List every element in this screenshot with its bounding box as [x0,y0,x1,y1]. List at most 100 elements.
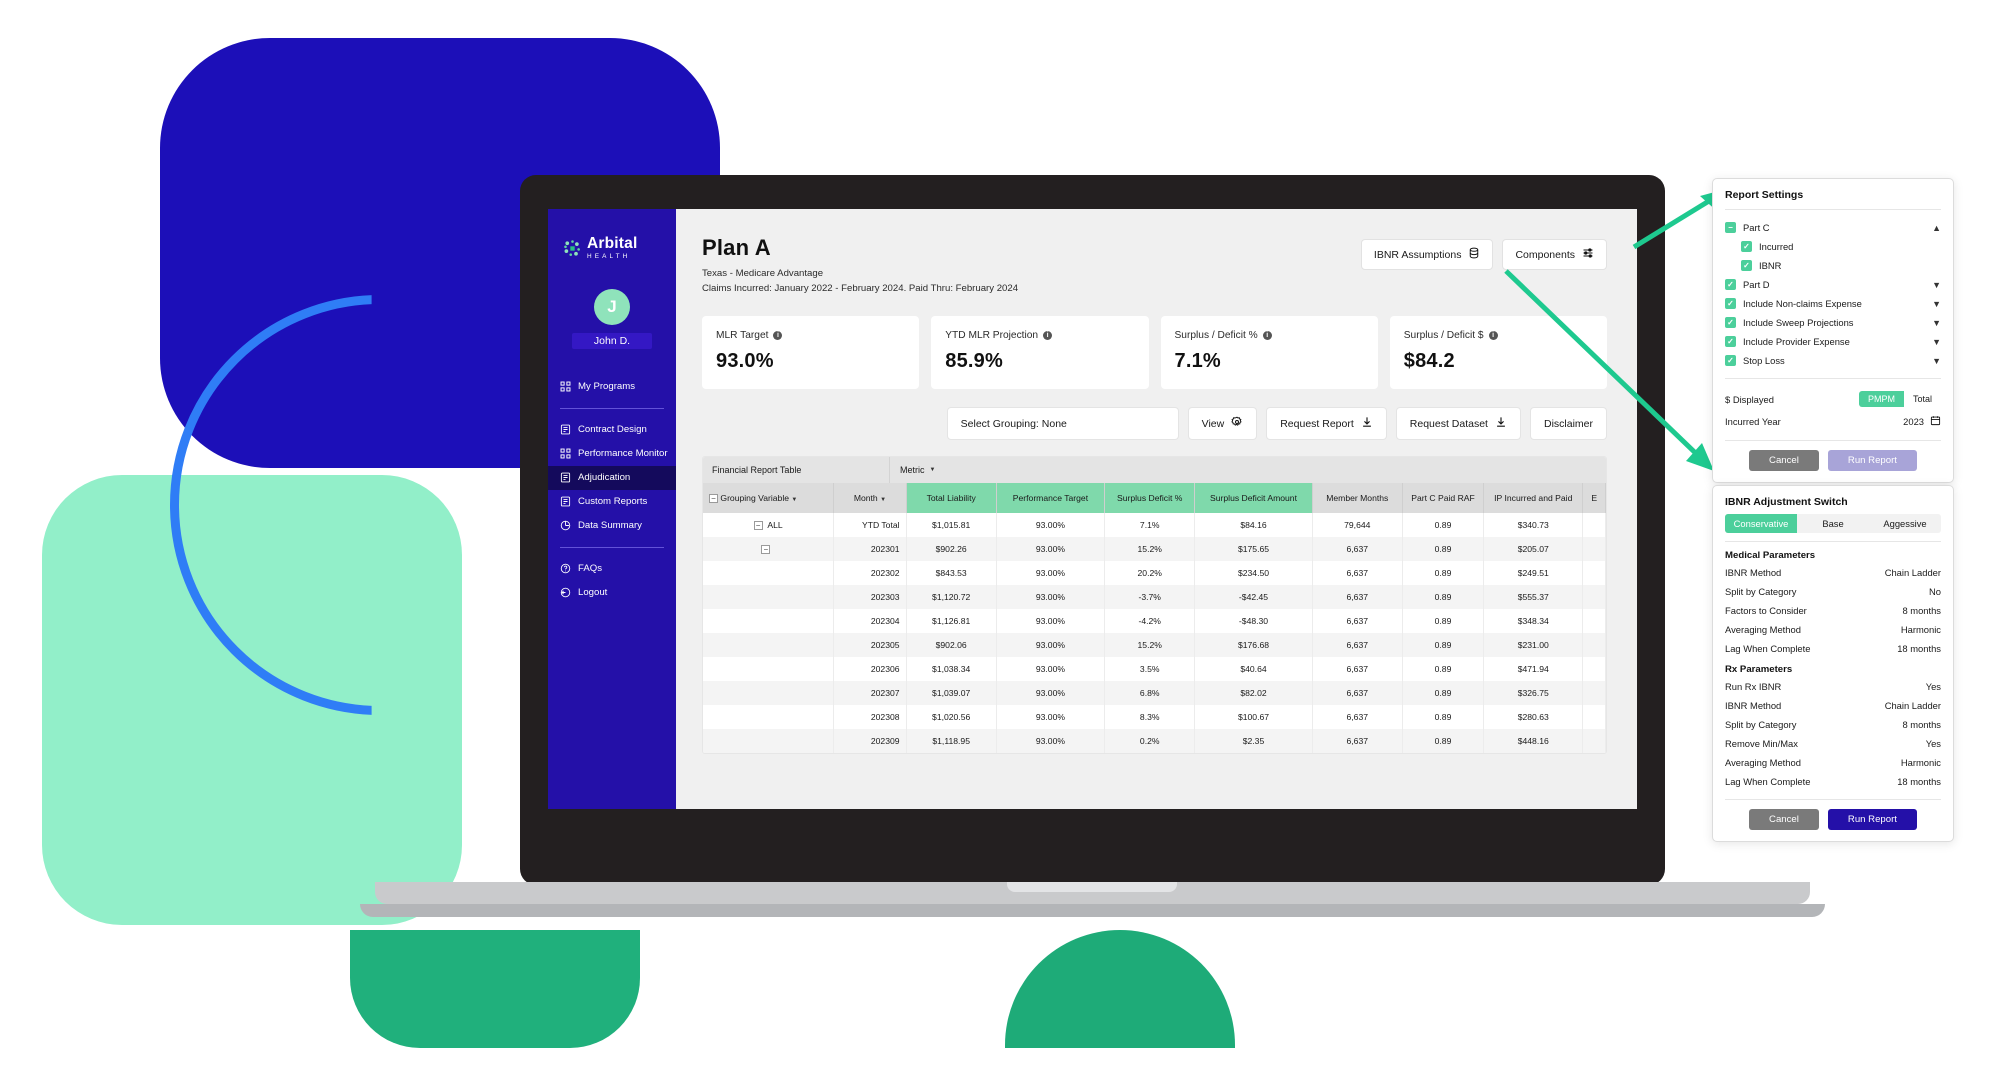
metric-label-text: Surplus / Deficit $ [1403,330,1484,341]
info-icon[interactable]: i [1488,331,1498,340]
brand-logo[interactable]: Arbital HEALTH [548,231,676,265]
table-cell-member-months: 6,637 [1312,609,1403,633]
chevron-down-icon[interactable]: ▼ [1932,318,1941,328]
dollar-displayed-row: $ Displayed PMPM Total [1725,387,1941,411]
ibnr-switch-segmented-control[interactable]: Conservative Base Aggessive [1725,514,1941,533]
parameter-key: Averaging Method [1725,624,1801,635]
table-cell-grouping-variable[interactable] [703,681,835,705]
select-grouping-dropdown[interactable]: Select Grouping: None [946,407,1179,440]
table-cell-grouping-variable[interactable] [703,705,835,729]
table-row[interactable]: 202307 $1,039.07 93.00% 6.8% $82.02 6,637 0.89… [703,681,1606,705]
report-setting-part-c[interactable]: − Part C ▲ [1725,218,1941,237]
table-cell-grouping-variable[interactable] [703,729,835,753]
request-report-button[interactable]: Request Report [1266,407,1387,440]
incurred-year-label: Incurred Year [1725,416,1781,427]
table-row[interactable]: 202305 $902.06 93.00% 15.2% $176.68 6,637 0.89… [703,633,1606,657]
ibnr-assumptions-button[interactable]: IBNR Assumptions [1360,239,1494,270]
metric-dropdown[interactable]: Metric ▼ [889,457,935,483]
avatar[interactable]: J [594,289,630,325]
info-icon[interactable]: i [1043,331,1053,340]
row-expander-icon[interactable]: − [753,521,763,531]
run-report-button[interactable]: Run Report [1827,809,1917,830]
cancel-button[interactable]: Cancel [1749,809,1819,830]
table-toolbar: Financial Report Table Metric ▼ [703,457,1606,483]
medical-param-ibnr-method: IBNR Method Chain Ladder [1725,563,1941,582]
table-header-performance-target[interactable]: Performance Target [996,483,1106,513]
table-row[interactable]: − 202301 $902.26 93.00% 15.2% $175.65 6,637 0.… [703,537,1606,561]
column-label: Month [853,493,878,503]
chevron-up-icon[interactable]: ▲ [1932,223,1941,233]
checked-checkbox-icon[interactable]: ✓ [1725,279,1736,290]
report-setting-include-sweep-projections[interactable]: ✓ Include Sweep Projections ▼ [1725,313,1941,332]
metric-label-text: Surplus / Deficit % [1174,330,1258,341]
report-setting-ibnr[interactable]: ✓ IBNR [1725,256,1941,275]
table-cell-grouping-variable[interactable] [703,633,835,657]
medical-parameters-list: IBNR Method Chain Ladder Split by Category… [1725,563,1941,658]
table-cell-part-c-paid-raf: 0.89 [1402,513,1485,537]
checked-checkbox-icon[interactable]: ✓ [1725,317,1736,328]
switch-option-base[interactable]: Base [1797,514,1869,533]
checked-checkbox-icon[interactable]: ✓ [1741,241,1752,252]
parameter-value: Yes [1925,738,1941,749]
table-cell-grouping-variable[interactable] [703,585,835,609]
toggle-option-pmpm[interactable]: PMPM [1858,391,1904,407]
table-row[interactable]: 202306 $1,038.34 93.00% 3.5% $40.64 6,637 0.89… [703,657,1606,681]
info-icon[interactable]: i [773,331,783,340]
table-row[interactable]: 202308 $1,020.56 93.00% 8.3% $100.67 6,637 0.8… [703,705,1606,729]
sidebar-item-faqs[interactable]: FAQs [548,557,676,581]
chevron-down-icon[interactable]: ▼ [1932,356,1941,366]
sidebar-item-my-programs[interactable]: My Programs [548,375,676,399]
table-row[interactable]: 202304 $1,126.81 93.00% -4.2% -$48.30 6,637 0.… [703,609,1606,633]
switch-option-aggessive[interactable]: Aggessive [1869,514,1941,533]
report-setting-part-d[interactable]: ✓ Part D ▼ [1725,275,1941,294]
toggle-option-total[interactable]: Total [1903,391,1941,407]
table-row[interactable]: 202302 $843.53 93.00% 20.2% $234.50 6,637 0.89… [703,561,1606,585]
table-cell-grouping-variable[interactable]: − ALL [703,513,835,537]
table-header-grouping-variable[interactable]: − Grouping Variable ▼ [703,483,835,513]
sidebar-item-data-summary[interactable]: Data Summary [548,514,676,538]
table-header-surplus-deficit-amount[interactable]: Surplus Deficit Amount [1194,483,1313,513]
sidebar-item-logout[interactable]: Logout [548,581,676,605]
checked-checkbox-icon[interactable]: ✓ [1725,355,1736,366]
view-button[interactable]: View [1187,407,1258,440]
row-expander-icon[interactable]: − [761,545,771,555]
table-cell-grouping-variable[interactable] [703,657,835,681]
table-header-part-c-paid-raf[interactable]: Part C Paid RAF [1402,483,1485,513]
table-header-member-months[interactable]: Member Months [1312,483,1403,513]
report-setting-include-provider-expense[interactable]: ✓ Include Provider Expense ▼ [1725,332,1941,351]
collapse-all-icon[interactable]: − [709,494,718,504]
table-cell-grouping-variable[interactable] [703,609,835,633]
table-header-surplus-deficit-pct[interactable]: Surplus Deficit % [1104,483,1196,513]
table-row[interactable]: 202309 $1,118.95 93.00% 0.2% $2.35 6,637 0.89 $… [703,729,1606,753]
calendar-icon[interactable] [1930,415,1941,428]
chevron-down-icon[interactable]: ▼ [1932,299,1941,309]
report-setting-include-non-claims-expense[interactable]: ✓ Include Non-claims Expense ▼ [1725,294,1941,313]
dollar-displayed-toggle[interactable]: PMPM Total [1858,391,1941,407]
sidebar-item-custom-reports[interactable]: Custom Reports [548,490,676,514]
indeterminate-checkbox-icon[interactable]: − [1725,222,1736,233]
sidebar-item-adjudication[interactable]: Adjudication [548,465,676,490]
info-icon[interactable]: i [1262,331,1272,340]
incurred-year-value[interactable]: 2023 [1903,416,1924,427]
table-header-total-liability[interactable]: Total Liability [906,483,997,513]
checked-checkbox-icon[interactable]: ✓ [1741,260,1752,271]
checked-checkbox-icon[interactable]: ✓ [1725,298,1736,309]
table-header-month[interactable]: Month ▼ [833,483,907,513]
chevron-down-icon[interactable]: ▼ [1932,337,1941,347]
report-settings-panel: Report Settings − Part C ▲ ✓ Incurred ✓ IBNR ✓ P… [1712,178,1954,483]
report-setting-stop-loss[interactable]: ✓ Stop Loss ▼ [1725,351,1941,370]
table-cell-extra [1582,609,1606,633]
table-cell-grouping-variable[interactable]: − [703,537,835,561]
table-row[interactable]: − ALL YTD Total $1,015.81 93.00% 7.1% $84.16 7… [703,513,1606,537]
table-cell-month: 202301 [833,537,907,561]
table-row[interactable]: 202303 $1,120.72 93.00% -3.7% -$42.45 6,637 0.… [703,585,1606,609]
cancel-button[interactable]: Cancel [1749,450,1819,471]
switch-option-conservative[interactable]: Conservative [1725,514,1797,533]
run-report-button[interactable]: Run Report [1827,450,1917,471]
checked-checkbox-icon[interactable]: ✓ [1725,336,1736,347]
table-cell-grouping-variable[interactable] [703,561,835,585]
report-setting-incurred[interactable]: ✓ Incurred [1725,237,1941,256]
sidebar-item-contract-design[interactable]: Contract Design [548,418,676,442]
chevron-down-icon[interactable]: ▼ [1932,280,1941,290]
sidebar-item-performance-monitor[interactable]: Performance Monitor [548,442,676,466]
